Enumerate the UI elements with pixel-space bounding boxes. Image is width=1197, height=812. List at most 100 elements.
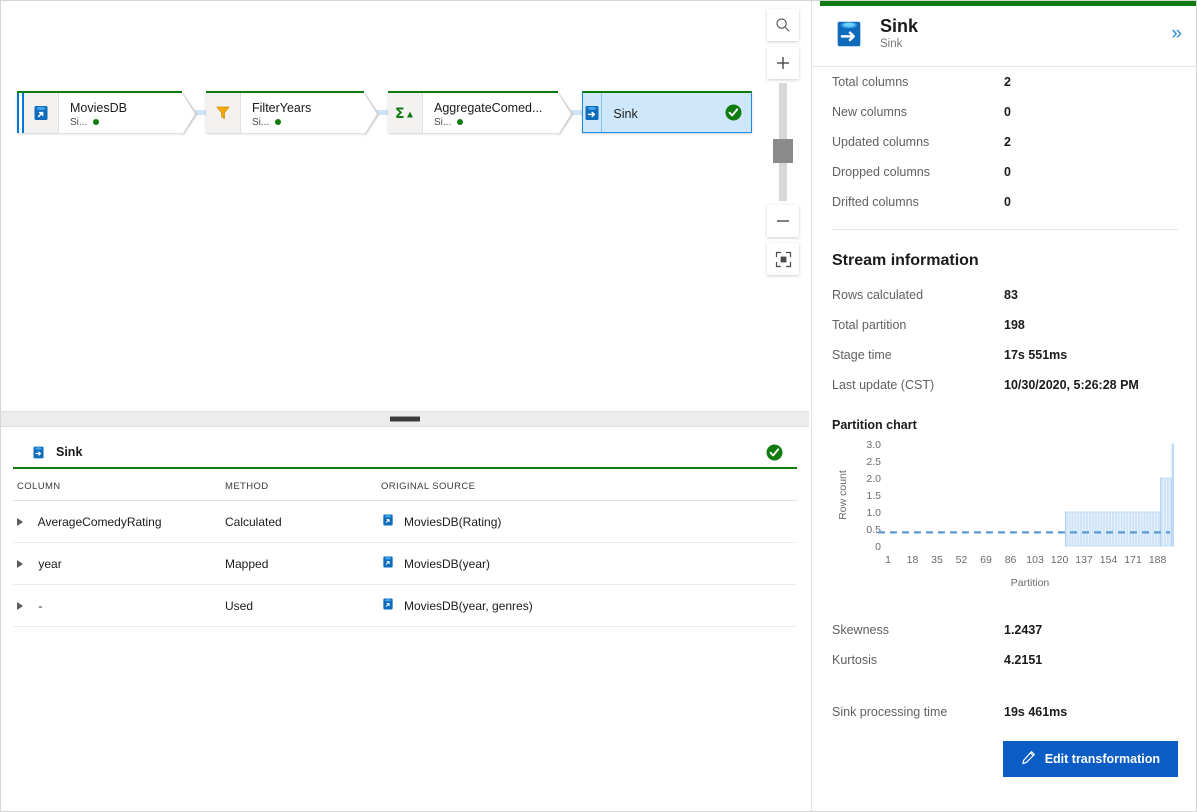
left-region: MoviesDB Si... FilterYears Si... Σ Aggre… xyxy=(1,1,809,811)
node-body: FilterYears Si... xyxy=(241,93,364,133)
stat-last-update: Last update (CST) 10/30/2020, 5:26:28 PM xyxy=(832,370,1178,400)
cell-method: Calculated xyxy=(221,500,377,543)
stat-label: Updated columns xyxy=(832,135,930,149)
y-axis-tick-label: 1.5 xyxy=(866,490,881,502)
expand-row-icon[interactable] xyxy=(17,602,23,611)
source-database-icon xyxy=(381,597,395,614)
fit-to-screen-icon[interactable] xyxy=(767,243,799,275)
flow-node-moviesdb[interactable]: MoviesDB Si... xyxy=(17,91,197,135)
stat-value: 0 xyxy=(1004,105,1011,119)
inspect-panel-title: Sink xyxy=(56,445,83,459)
stat-value: 4.2151 xyxy=(1004,653,1043,667)
page-subtitle: Sink xyxy=(880,38,903,50)
x-axis-tick-label: 103 xyxy=(1026,554,1044,566)
stat-value: 1.2437 xyxy=(1004,623,1043,637)
aggregate-sigma-icon: Σ xyxy=(388,93,423,133)
node-subtitle: Si... xyxy=(70,116,88,128)
source-database-icon xyxy=(381,555,395,572)
stat-value: 2 xyxy=(1004,135,1011,149)
node-title: Sink xyxy=(613,106,638,121)
expand-row-icon[interactable] xyxy=(17,560,23,569)
stat-label: Kurtosis xyxy=(832,653,878,667)
stat-label: Total partition xyxy=(832,318,907,332)
table-row[interactable]: - Used MoviesDB(year, genres) xyxy=(13,584,797,627)
source-label: MoviesDB(year) xyxy=(404,556,491,571)
x-axis-tick-label: 52 xyxy=(956,554,968,566)
y-axis-tick-label: 0.5 xyxy=(866,524,881,536)
source-database-icon xyxy=(24,93,59,133)
expand-row-icon[interactable] xyxy=(17,518,23,527)
source-cell: MoviesDB(Rating) xyxy=(381,513,793,530)
canvas-zoom-toolbar xyxy=(767,9,799,281)
cell-column: AverageComedyRating xyxy=(13,500,221,543)
stat-value: 19s 461ms xyxy=(1004,705,1068,719)
node-subtitle-row: Si... xyxy=(434,116,542,129)
node-body: AggregateComed... Si... xyxy=(423,93,558,133)
node-body: MoviesDB Si... xyxy=(59,93,182,133)
flow-node-sink[interactable]: Sink xyxy=(582,91,753,133)
x-axis-tick-label: 69 xyxy=(980,554,992,566)
y-axis-tick-label: 1.0 xyxy=(866,507,881,519)
node-title: FilterYears xyxy=(252,100,312,115)
stat-new-columns: New columns 0 xyxy=(832,97,1178,127)
stat-value: 10/30/2020, 5:26:28 PM xyxy=(1004,378,1139,392)
column-name: year xyxy=(38,556,62,571)
zoom-slider[interactable] xyxy=(773,83,793,201)
flow-node-filteryears[interactable]: FilterYears Si... xyxy=(206,91,379,135)
filter-funnel-icon xyxy=(206,93,241,133)
node-subtitle: Si... xyxy=(434,116,452,128)
cell-column: - xyxy=(13,584,221,627)
x-axis-tick-label: 120 xyxy=(1051,554,1069,566)
inspect-success-check-icon xyxy=(766,444,783,461)
column-stats-group: Total columns 2 New columns 0 Updated co… xyxy=(832,67,1178,217)
x-axis-tick-label: 1 xyxy=(885,554,891,566)
columns-table: COLUMN METHOD ORIGINAL SOURCE AverageCom… xyxy=(13,469,797,627)
stat-rows-calculated: Rows calculated 83 xyxy=(832,280,1178,310)
source-label: MoviesDB(Rating) xyxy=(404,514,502,529)
stat-label: Last update (CST) xyxy=(832,378,935,392)
sink-details-panel: Sink Sink » Total columns 2 New columns … xyxy=(811,1,1196,811)
node-body: Sink xyxy=(602,93,725,132)
stat-label: Sink processing time xyxy=(832,705,948,719)
stat-value: 0 xyxy=(1004,195,1011,209)
source-label: MoviesDB(year, genres) xyxy=(404,598,533,613)
stat-drifted-columns: Drifted columns 0 xyxy=(832,187,1178,217)
column-name: - xyxy=(38,598,43,613)
partition-chart: 0 0.5 1.0 1.5 2.0 2.5 3.0 Row count 1 18 35 52 69 86 1… xyxy=(832,436,1178,601)
column-header-original-source: ORIGINAL SOURCE xyxy=(377,469,797,501)
table-row[interactable]: year Mapped MoviesDB(year) xyxy=(13,542,797,585)
collapse-panel-chevron-icon[interactable]: » xyxy=(1169,24,1184,43)
cell-column: year xyxy=(13,542,221,585)
stat-label: Dropped columns xyxy=(832,165,930,179)
sink-database-icon xyxy=(31,445,46,460)
sink-database-icon xyxy=(832,17,866,51)
stat-value: 83 xyxy=(1004,288,1018,302)
zoom-in-button[interactable] xyxy=(767,47,799,79)
stat-dropped-columns: Dropped columns 0 xyxy=(832,157,1178,187)
data-flow-canvas[interactable]: MoviesDB Si... FilterYears Si... Σ Aggre… xyxy=(1,1,809,411)
stat-updated-columns: Updated columns 2 xyxy=(832,127,1178,157)
zoom-out-button[interactable] xyxy=(767,205,799,237)
edit-transformation-row: Edit transformation xyxy=(812,727,1196,787)
panel-splitter[interactable] xyxy=(1,411,809,427)
flow-node-aggregate[interactable]: Σ AggregateComed... Si... xyxy=(388,91,574,135)
node-accent-bar xyxy=(17,93,24,133)
sink-inspect-panel: Sink COLUMN METHOD ORIGINAL SOURCE Avera… xyxy=(1,427,809,811)
y-axis-label: Row count xyxy=(837,470,849,520)
search-icon[interactable] xyxy=(767,9,799,41)
x-axis-tick-label: 35 xyxy=(931,554,943,566)
table-row[interactable]: AverageComedyRating Calculated MoviesDB(… xyxy=(13,500,797,543)
node-subtitle: Si... xyxy=(252,116,270,128)
node-tail xyxy=(364,93,377,135)
node-subtitle-row: Si... xyxy=(252,116,348,129)
edit-transformation-button[interactable]: Edit transformation xyxy=(1002,741,1178,777)
stat-label: Drifted columns xyxy=(832,195,919,209)
pencil-icon xyxy=(1021,750,1036,768)
stat-value: 2 xyxy=(1004,75,1011,89)
node-title: AggregateComed... xyxy=(434,100,543,115)
stream-stats-group: Rows calculated 83 Total partition 198 S… xyxy=(832,280,1178,400)
zoom-slider-thumb[interactable] xyxy=(773,139,793,163)
svg-text:Σ: Σ xyxy=(395,106,405,122)
node-status-dot-icon xyxy=(457,119,464,125)
x-axis-tick-label: 154 xyxy=(1100,554,1118,566)
